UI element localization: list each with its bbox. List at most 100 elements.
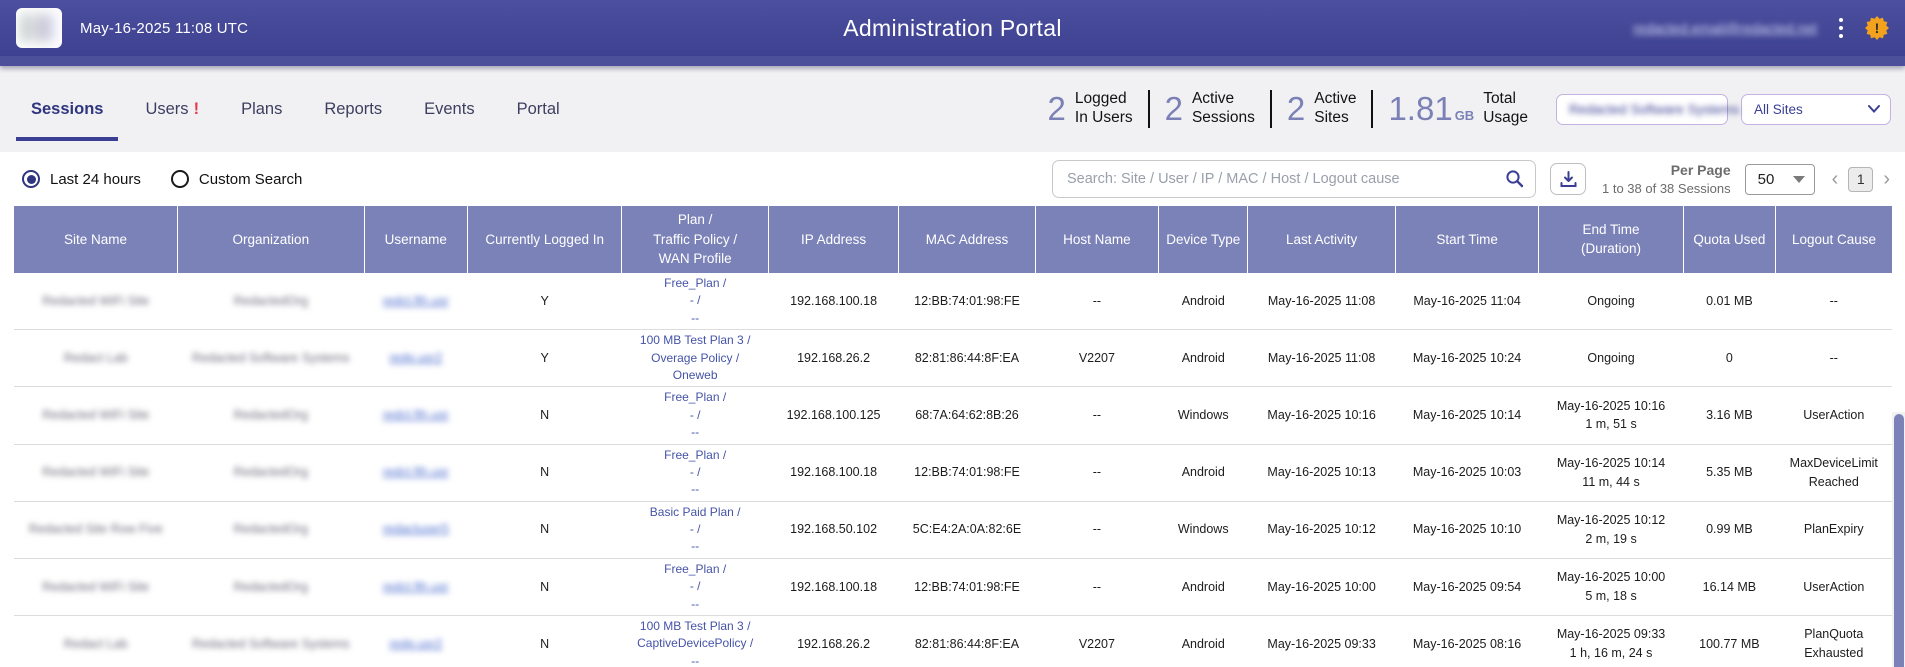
site-name-cell: Redacted WiFi Site	[14, 387, 178, 444]
mac-address-cell: 5C:E4:2A:0A:82:6E	[899, 501, 1035, 558]
caret-down-icon	[1793, 176, 1805, 183]
column-header: Last Activity	[1248, 206, 1395, 273]
host-name-cell: V2207	[1035, 616, 1158, 667]
column-header: Device Type	[1159, 206, 1248, 273]
username-link[interactable]: redct.fth.usr	[364, 558, 467, 615]
organization-dropdown[interactable]: Redacted Software Systems	[1556, 94, 1728, 125]
active-sessions-value: 2	[1165, 90, 1183, 128]
start-time-cell: May-16-2025 08:16	[1395, 616, 1538, 667]
vertical-scrollbar[interactable]	[1892, 412, 1905, 667]
quota-used-cell: 3.16 MB	[1683, 387, 1775, 444]
summary-stats: 2 LoggedIn Users 2 ActiveSessions 2 Acti…	[1033, 90, 1543, 128]
radio-custom-search[interactable]: Custom Search	[171, 170, 302, 188]
table-row: Redact LabRedacted Software Systemsredg.…	[14, 616, 1892, 667]
organization-cell: RedactedOrg	[178, 273, 365, 330]
ip-address-cell: 192.168.26.2	[768, 616, 898, 667]
radio-last-24-hours[interactable]: Last 24 hours	[22, 170, 141, 188]
site-name-cell: Redacted WiFi Site	[14, 444, 178, 501]
sessions-table-container: Site NameOrganizationUsernameCurrently L…	[0, 206, 1905, 667]
page-size-select[interactable]: 50	[1745, 164, 1815, 195]
quota-used-cell: 16.14 MB	[1683, 558, 1775, 615]
scrollbar-thumb[interactable]	[1894, 414, 1904, 667]
column-header: Site Name	[14, 206, 178, 273]
alert-badge-icon[interactable]: !	[1865, 16, 1889, 40]
active-sites-label: ActiveSites	[1314, 90, 1356, 127]
logout-cause-cell: --	[1776, 273, 1892, 330]
tab-plans-label: Plans	[241, 100, 282, 118]
radio-custom-search-label: Custom Search	[199, 171, 302, 188]
tab-portal[interactable]: Portal	[496, 100, 581, 119]
last-activity-cell: May-16-2025 10:13	[1248, 444, 1395, 501]
tab-events[interactable]: Events	[403, 100, 495, 119]
next-page-button[interactable]: ›	[1880, 169, 1893, 189]
column-header: MAC Address	[899, 206, 1035, 273]
logged-in-cell: Y	[467, 330, 621, 387]
pagination: ‹ 1 ›	[1829, 167, 1893, 192]
radio-unselected-icon	[171, 170, 189, 188]
username-link[interactable]: redg.usr2	[364, 616, 467, 667]
time-filter-radios: Last 24 hours Custom Search	[22, 170, 302, 188]
last-activity-cell: May-16-2025 10:00	[1248, 558, 1395, 615]
plan-cell[interactable]: Free_Plan /- /--	[622, 273, 768, 330]
tab-plans[interactable]: Plans	[220, 100, 303, 119]
logged-in-cell: N	[467, 558, 621, 615]
site-dropdown[interactable]: All Sites	[1741, 94, 1891, 125]
range-text: 1 to 38 of 38 Sessions	[1602, 180, 1731, 198]
plan-cell[interactable]: Free_Plan /- /--	[622, 558, 768, 615]
logo-image	[22, 14, 56, 42]
host-name-cell: --	[1035, 273, 1158, 330]
device-type-cell: Android	[1159, 273, 1248, 330]
search-icon[interactable]	[1505, 169, 1524, 188]
utc-timestamp: May-16-2025 11:08 UTC	[80, 20, 248, 37]
quota-used-cell: 5.35 MB	[1683, 444, 1775, 501]
table-row: Redacted WiFi SiteRedactedOrgredct.fth.u…	[14, 558, 1892, 615]
ip-address-cell: 192.168.100.18	[768, 558, 898, 615]
app-logo	[16, 8, 62, 48]
plan-cell[interactable]: 100 MB Test Plan 3 /Overage Policy /Onew…	[622, 330, 768, 387]
download-button[interactable]	[1550, 163, 1586, 195]
plan-cell[interactable]: Free_Plan /- /--	[622, 444, 768, 501]
device-type-cell: Android	[1159, 444, 1248, 501]
username-link[interactable]: redg.usr2	[364, 330, 467, 387]
username-link[interactable]: redactuser5	[364, 501, 467, 558]
plan-cell[interactable]: Free_Plan /- /--	[622, 387, 768, 444]
table-header-row: Site NameOrganizationUsernameCurrently L…	[14, 206, 1892, 273]
prev-page-button[interactable]: ‹	[1829, 169, 1842, 189]
kebab-menu-icon[interactable]	[1833, 14, 1849, 42]
username-link[interactable]: redct.fth.usr	[364, 444, 467, 501]
column-header: End Time(Duration)	[1539, 206, 1683, 273]
mac-address-cell: 12:BB:74:01:98:FE	[899, 558, 1035, 615]
logged-in-cell: N	[467, 616, 621, 667]
table-row: Redacted WiFi SiteRedactedOrgredct.fth.u…	[14, 444, 1892, 501]
plan-cell[interactable]: 100 MB Test Plan 3 /CaptiveDevicePolicy …	[622, 616, 768, 667]
search-input[interactable]	[1052, 160, 1536, 198]
mac-address-cell: 12:BB:74:01:98:FE	[899, 444, 1035, 501]
tab-sessions[interactable]: Sessions	[10, 100, 124, 119]
tab-reports[interactable]: Reports	[303, 100, 403, 119]
organization-cell: Redacted Software Systems	[178, 616, 365, 667]
page-number-button[interactable]: 1	[1848, 167, 1873, 192]
column-header: Currently Logged In	[467, 206, 621, 273]
account-email-link[interactable]: redacted.email@redacted.net	[1633, 20, 1817, 36]
column-header: Start Time	[1395, 206, 1538, 273]
device-type-cell: Android	[1159, 330, 1248, 387]
ip-address-cell: 192.168.100.18	[768, 273, 898, 330]
host-name-cell: --	[1035, 558, 1158, 615]
stat-active-sites: 2 ActiveSites	[1270, 90, 1372, 128]
users-alert-icon: !	[194, 100, 200, 118]
organization-dropdown-value: Redacted Software Systems	[1569, 102, 1739, 117]
last-activity-cell: May-16-2025 10:16	[1248, 387, 1395, 444]
logout-cause-cell: UserAction	[1776, 387, 1892, 444]
username-link[interactable]: redct.fth.usr	[364, 387, 467, 444]
total-usage-value: 1.81	[1388, 90, 1452, 128]
device-type-cell: Windows	[1159, 387, 1248, 444]
tab-users[interactable]: Users!	[124, 100, 220, 119]
host-name-cell: --	[1035, 501, 1158, 558]
page-title: Administration Portal	[0, 15, 1905, 42]
plan-cell[interactable]: Basic Paid Plan /- /--	[622, 501, 768, 558]
mac-address-cell: 68:7A:64:62:8B:26	[899, 387, 1035, 444]
username-link[interactable]: redct.fth.usr	[364, 273, 467, 330]
ip-address-cell: 192.168.100.125	[768, 387, 898, 444]
tabs-stats-row: Sessions Users! Plans Reports Events Por…	[0, 66, 1905, 152]
quota-used-cell: 100.77 MB	[1683, 616, 1775, 667]
